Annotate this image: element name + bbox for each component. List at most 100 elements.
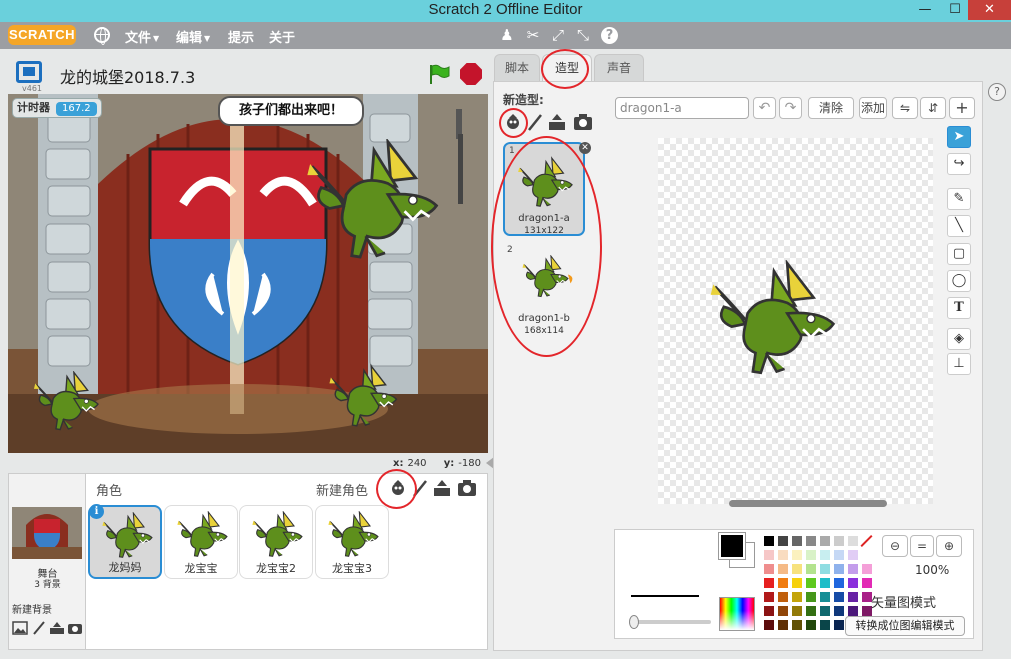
costume-tile[interactable]: 2 dragon1-b 168x114 [503, 243, 585, 337]
language-globe-icon[interactable] [94, 27, 110, 45]
sprite-tile[interactable]: 龙宝宝3 [315, 505, 389, 579]
color-swatch[interactable] [805, 591, 817, 603]
color-swatch[interactable] [847, 549, 859, 561]
color-swatch[interactable] [833, 591, 845, 603]
menu-about[interactable]: 关于 [269, 27, 295, 46]
close-button[interactable]: ✕ [968, 0, 1011, 20]
color-swatch[interactable] [777, 605, 789, 617]
canvas-scrollbar[interactable] [729, 500, 887, 507]
color-swatch[interactable] [819, 549, 831, 561]
duplicate-icon[interactable]: ♟ [497, 25, 517, 45]
color-swatch[interactable] [847, 563, 859, 575]
rectangle-tool-icon[interactable]: ▢ [947, 243, 971, 265]
color-swatch[interactable] [861, 563, 873, 575]
presentation-mode-icon[interactable] [16, 61, 42, 83]
upload-sprite-icon[interactable] [432, 479, 452, 497]
tab-scripts[interactable]: 脚本 [494, 54, 540, 81]
dragon-mother-sprite[interactable] [304, 139, 444, 264]
shrink-icon[interactable]: ⤡ [573, 25, 593, 45]
color-swatch[interactable] [819, 605, 831, 617]
color-swatch[interactable] [819, 591, 831, 603]
color-swatch[interactable] [833, 549, 845, 561]
zoom-out-icon[interactable]: ⊖ [882, 535, 908, 557]
color-swatch[interactable] [791, 619, 803, 631]
help-icon[interactable]: ? [601, 27, 618, 44]
text-tool-icon[interactable]: T [947, 297, 971, 319]
menu-tips[interactable]: 提示 [228, 27, 254, 46]
stroke-width-knob[interactable] [629, 615, 639, 629]
camera-sprite-icon[interactable] [457, 479, 477, 497]
paint-backdrop-icon[interactable] [31, 621, 47, 635]
clear-button[interactable]: 清除 [808, 97, 854, 119]
stage-thumbnail[interactable] [12, 507, 82, 559]
color-swatch[interactable] [777, 563, 789, 575]
stroke-width-slider[interactable] [631, 620, 711, 624]
select-tool-icon[interactable]: ➤ [947, 126, 971, 148]
zoom-in-icon[interactable]: ⊕ [936, 535, 962, 557]
color-swatch[interactable] [805, 535, 817, 547]
cut-icon[interactable]: ✂ [523, 25, 543, 45]
tab-sounds[interactable]: 声音 [594, 54, 644, 81]
zoom-reset-icon[interactable]: = [910, 535, 934, 557]
timer-monitor[interactable]: 计时器 167.2 [12, 98, 102, 118]
scratch-logo[interactable]: SCRATCH [8, 25, 76, 45]
line-tool-icon[interactable]: ╲ [947, 215, 971, 237]
color-swatch[interactable] [819, 619, 831, 631]
color-swatch[interactable] [861, 577, 873, 589]
color-swatch[interactable] [777, 577, 789, 589]
tab-costumes[interactable]: 造型 [542, 54, 592, 82]
green-flag-icon[interactable] [428, 63, 450, 85]
backdrop-library-icon[interactable] [12, 621, 28, 635]
color-swatch[interactable] [763, 605, 775, 617]
color-swatch[interactable] [763, 619, 775, 631]
costume-name-input[interactable] [615, 97, 749, 119]
color-swatch[interactable] [819, 535, 831, 547]
set-center-icon[interactable]: + [949, 97, 975, 119]
flip-horizontal-icon[interactable]: ⇋ [892, 97, 918, 119]
sprite-tile[interactable]: i 龙妈妈 [88, 504, 162, 579]
costume-tile[interactable]: 1 ✕ dragon1-a 131x122 [503, 142, 591, 236]
minimize-button[interactable]: — [911, 0, 939, 20]
dragon-baby2-sprite[interactable] [328, 364, 400, 430]
color-swatch[interactable] [819, 577, 831, 589]
color-swatch[interactable] [791, 577, 803, 589]
color-swatch[interactable] [833, 605, 845, 617]
upload-backdrop-icon[interactable] [49, 621, 65, 635]
color-swatch[interactable] [847, 591, 859, 603]
color-swatch[interactable] [805, 563, 817, 575]
paint-costume-icon[interactable] [525, 113, 545, 131]
delete-costume-icon[interactable]: ✕ [579, 142, 591, 154]
color-swatch[interactable] [833, 535, 845, 547]
color-swatch[interactable] [777, 619, 789, 631]
sprite-tile[interactable]: 龙宝宝 [164, 505, 238, 579]
color-swatch[interactable] [777, 535, 789, 547]
dragon-baby-sprite[interactable] [31, 371, 103, 433]
color-picker-gradient[interactable] [719, 597, 755, 631]
color-swatch[interactable] [805, 577, 817, 589]
sprite-library-icon[interactable] [388, 479, 408, 497]
help-question-icon[interactable]: ? [988, 83, 1006, 101]
menu-file[interactable]: 文件 ▼ [125, 27, 159, 46]
grow-icon[interactable]: ⤢ [548, 25, 568, 45]
color-swatch[interactable] [833, 619, 845, 631]
color-swatch[interactable] [763, 563, 775, 575]
fill-tool-icon[interactable]: ◈ [947, 328, 971, 350]
color-swatch[interactable] [805, 605, 817, 617]
pencil-tool-icon[interactable]: ✎ [947, 188, 971, 210]
color-swatch[interactable] [791, 605, 803, 617]
color-swatch[interactable] [805, 619, 817, 631]
color-swatch[interactable] [791, 591, 803, 603]
sprite-tile[interactable]: 龙宝宝2 [239, 505, 313, 579]
primary-color-swatch[interactable] [718, 532, 746, 560]
reshape-tool-icon[interactable]: ↪ [947, 153, 971, 175]
upload-costume-icon[interactable] [547, 113, 567, 131]
project-title[interactable]: 龙的城堡2018.7.3 [60, 64, 195, 88]
color-swatch[interactable] [763, 535, 775, 547]
undo-button[interactable]: ↶ [753, 97, 776, 119]
paint-canvas[interactable] [658, 138, 933, 504]
stage-canvas[interactable]: 计时器 167.2 孩子们都出来吧！ [8, 94, 488, 453]
color-swatch[interactable] [763, 577, 775, 589]
flip-vertical-icon[interactable]: ⇵ [920, 97, 946, 119]
color-swatch[interactable] [763, 549, 775, 561]
no-color-swatch[interactable] [860, 535, 872, 547]
